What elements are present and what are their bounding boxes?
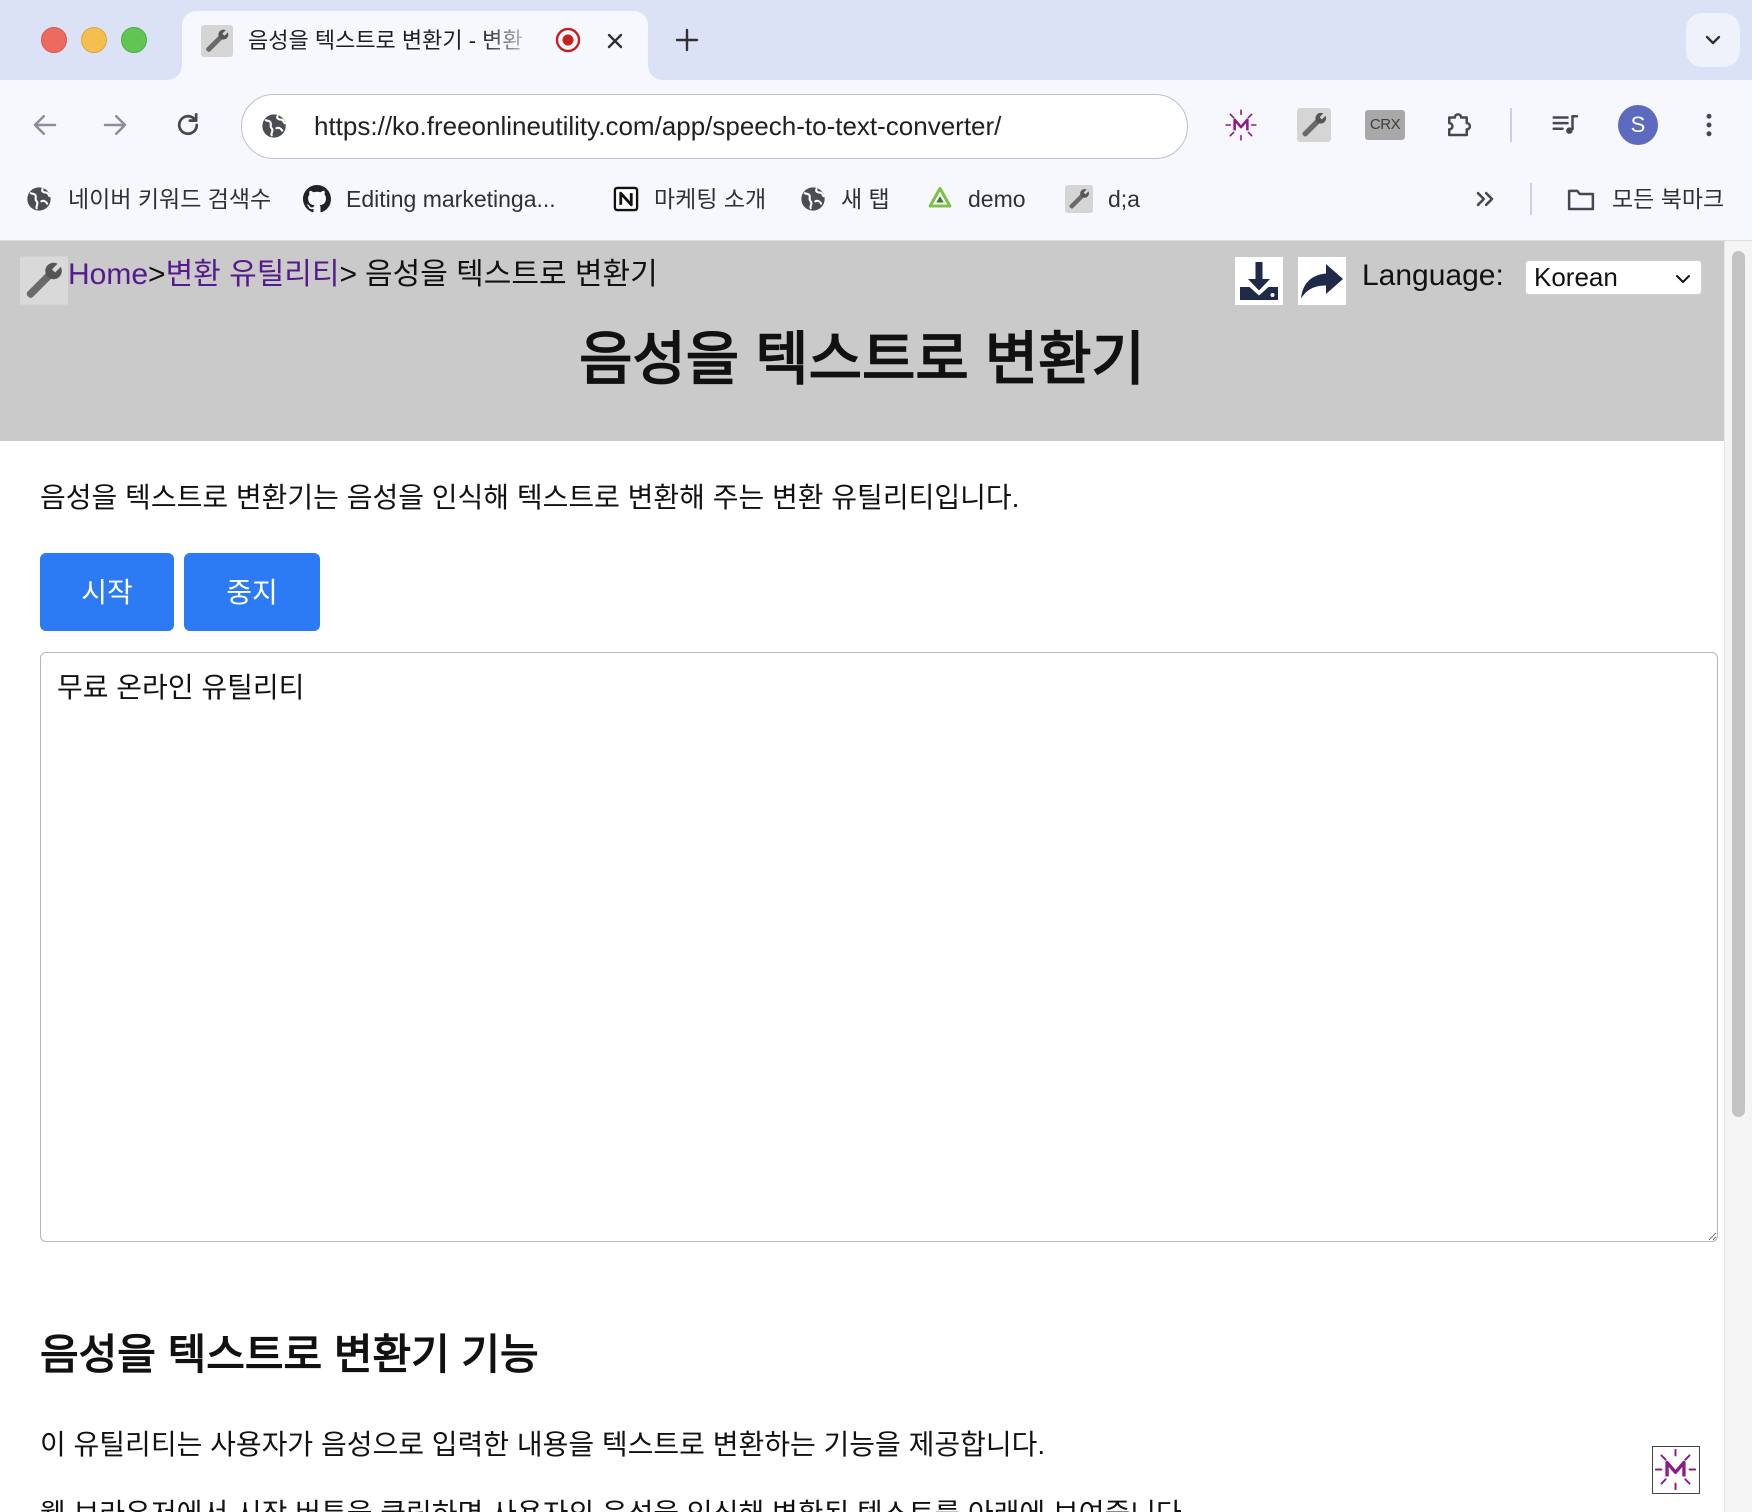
chevron-down-icon bbox=[1705, 35, 1721, 45]
breadcrumb-separator: > bbox=[339, 258, 358, 291]
bookmark-demo[interactable]: demo bbox=[968, 184, 1026, 214]
transcript-textarea[interactable]: 무료 온라인 유틸리티 bbox=[40, 652, 1718, 1242]
language-selected-value: Korean bbox=[1534, 262, 1618, 292]
breadcrumb: Home>변환 유틸리티> 음성을 텍스트로 변환기 bbox=[68, 255, 658, 295]
forward-arrow-icon[interactable] bbox=[100, 110, 130, 140]
site-logo-wrench-icon[interactable] bbox=[20, 256, 68, 305]
double-chevron-right-icon[interactable] bbox=[1471, 185, 1499, 213]
m-widget-icon[interactable] bbox=[1652, 1446, 1700, 1494]
notion-icon[interactable] bbox=[612, 185, 640, 213]
all-bookmarks[interactable]: 모든 북마크 bbox=[1612, 184, 1724, 214]
close-tab-icon[interactable] bbox=[602, 28, 628, 54]
scrollbar-thumb[interactable] bbox=[1732, 251, 1745, 1117]
share-icon[interactable] bbox=[1298, 257, 1346, 305]
page-title: 음성을 텍스트로 변환기 bbox=[579, 327, 1145, 392]
stop-button[interactable]: 중지 bbox=[184, 553, 320, 631]
url-text[interactable]: https://ko.freeonlineutility.com/app/spe… bbox=[314, 95, 1001, 157]
wrench-icon bbox=[201, 25, 233, 57]
reload-icon[interactable] bbox=[173, 110, 203, 140]
tool-description: 음성을 텍스트로 변환기는 음성을 인식해 텍스트로 변환해 주는 변환 유틸리… bbox=[40, 482, 1020, 513]
chevron-down-icon bbox=[1676, 275, 1690, 283]
language-label: Language: bbox=[1362, 259, 1504, 292]
language-select[interactable]: Korean bbox=[1525, 260, 1702, 295]
browser-toolbar: https://ko.freeonlineutility.com/app/spe… bbox=[0, 80, 1752, 168]
download-icon[interactable] bbox=[1235, 257, 1283, 305]
bookmark-marketing-intro[interactable]: 마케팅 소개 bbox=[654, 184, 766, 214]
profile-avatar[interactable]: S bbox=[1618, 105, 1658, 145]
puzzle-icon[interactable] bbox=[1443, 110, 1473, 140]
breadcrumb-separator: > bbox=[148, 258, 166, 291]
kebab-menu-icon[interactable] bbox=[1694, 110, 1724, 140]
page-scrollbar[interactable] bbox=[1724, 241, 1752, 1512]
tab-search-button[interactable] bbox=[1686, 13, 1740, 67]
tab-title: 음성을 텍스트로 변환기 - 변환 bbox=[248, 28, 523, 53]
window-close-button[interactable] bbox=[41, 27, 67, 53]
tab-strip: 음성을 텍스트로 변환기 - 변환 bbox=[0, 0, 1752, 80]
github-icon[interactable] bbox=[303, 185, 331, 213]
wrench-extension-icon[interactable] bbox=[1297, 108, 1331, 142]
back-arrow-icon[interactable] bbox=[30, 110, 60, 140]
features-paragraph: 이 유틸리티는 사용자가 음성으로 입력한 내용을 텍스트로 변환하는 기능을 … bbox=[40, 1429, 1046, 1460]
media-control-icon[interactable] bbox=[1550, 110, 1580, 140]
m-extension-icon[interactable] bbox=[1224, 108, 1258, 142]
window-zoom-button[interactable] bbox=[121, 27, 147, 53]
globe-icon[interactable] bbox=[799, 185, 827, 213]
address-bar[interactable]: https://ko.freeonlineutility.com/app/spe… bbox=[241, 94, 1188, 159]
breadcrumb-current: 음성을 텍스트로 변환기 bbox=[365, 258, 658, 291]
recording-icon bbox=[554, 26, 582, 54]
site-header: Home>변환 유틸리티> 음성을 텍스트로 변환기 Language: Kore… bbox=[0, 241, 1724, 441]
window-minimize-button[interactable] bbox=[81, 27, 107, 53]
globe-icon[interactable] bbox=[260, 112, 288, 140]
toolbar-divider bbox=[1510, 108, 1512, 142]
bookmarks-divider bbox=[1530, 183, 1532, 215]
breadcrumb-category-link[interactable]: 변환 유틸리티 bbox=[166, 258, 340, 291]
globe-icon[interactable] bbox=[25, 185, 53, 213]
new-tab-icon[interactable] bbox=[673, 26, 701, 54]
breadcrumb-home-link[interactable]: Home bbox=[68, 258, 148, 291]
bookmarks-bar: 네이버 키워드 검색수 Editing marketinga... 마케팅 소개… bbox=[0, 168, 1752, 241]
features-paragraph: 웹 브라우저에서 시작 버튼을 클릭하면 사용자의 음성을 인식해 변환된 텍스… bbox=[40, 1494, 1190, 1512]
web-page: Home>변환 유틸리티> 음성을 텍스트로 변환기 Language: Kore… bbox=[0, 241, 1724, 1512]
wrench-icon[interactable] bbox=[1065, 185, 1093, 213]
features-heading: 음성을 텍스트로 변환기 기능 bbox=[40, 1331, 539, 1378]
bookmark-editing-marketing[interactable]: Editing marketinga... bbox=[346, 184, 556, 214]
active-tab[interactable]: 음성을 텍스트로 변환기 - 변환 bbox=[168, 11, 662, 80]
bookmark-d-a[interactable]: d;a bbox=[1108, 184, 1140, 214]
crx-extension-icon[interactable]: CRX bbox=[1365, 110, 1405, 140]
folder-icon[interactable] bbox=[1566, 185, 1596, 213]
bookmark-new-tab[interactable]: 새 탭 bbox=[841, 184, 890, 214]
demo-icon[interactable] bbox=[926, 185, 954, 213]
start-button[interactable]: 시작 bbox=[40, 553, 174, 631]
bookmark-naver-keyword[interactable]: 네이버 키워드 검색수 bbox=[68, 184, 271, 214]
